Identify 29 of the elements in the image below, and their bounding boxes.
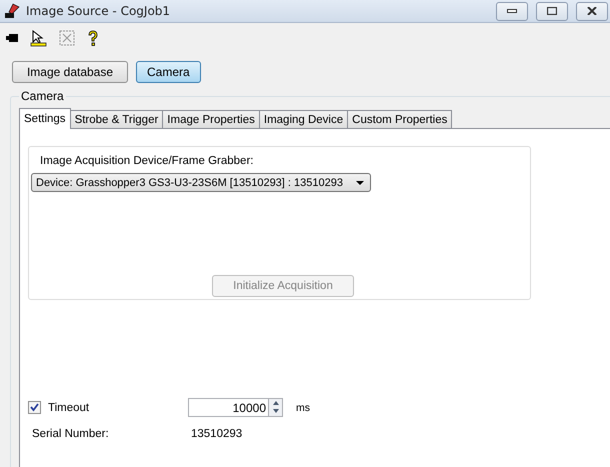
tab[interactable]: Image Properties (162, 110, 260, 128)
source-button[interactable]: Camera (136, 61, 201, 83)
close-button[interactable] (576, 2, 608, 20)
help-icon[interactable] (87, 30, 99, 46)
source-button[interactable]: Image database (12, 61, 128, 83)
tab[interactable]: Strobe & Trigger (70, 110, 164, 128)
device-dropdown[interactable]: Device: Grasshopper3 GS3-U3-23S6M [13510293] : 13510293 (31, 173, 371, 192)
device-label: Image Acquisition Device/Frame Grabber: (39, 155, 254, 167)
close-icon (587, 7, 597, 15)
serial-value: 13510293 (191, 428, 242, 440)
pointer-ruler-icon[interactable] (30, 30, 47, 46)
timeout-field[interactable]: 10000 (188, 398, 283, 417)
minimize-button[interactable] (496, 2, 528, 20)
timeout-input[interactable]: 10000 (188, 398, 268, 417)
tab[interactable]: Settings (19, 108, 71, 129)
timeout-label: Timeout (48, 402, 90, 414)
timeout-checkbox[interactable] (28, 401, 41, 414)
serial-label: Serial Number: (32, 428, 110, 440)
group-title: Camera (19, 89, 66, 103)
camera-icon[interactable] (6, 34, 18, 42)
tab[interactable]: Imaging Device (258, 110, 348, 128)
dropdown-arrow-icon (356, 180, 364, 184)
maximize-icon (547, 7, 557, 15)
maximize-button[interactable] (536, 2, 568, 20)
minimize-icon (507, 9, 517, 13)
window-title: Image Source - CogJob1 (26, 4, 172, 18)
tab[interactable]: Custom Properties (347, 110, 452, 128)
app-icon (4, 3, 20, 19)
unit-label: ms (296, 402, 310, 414)
